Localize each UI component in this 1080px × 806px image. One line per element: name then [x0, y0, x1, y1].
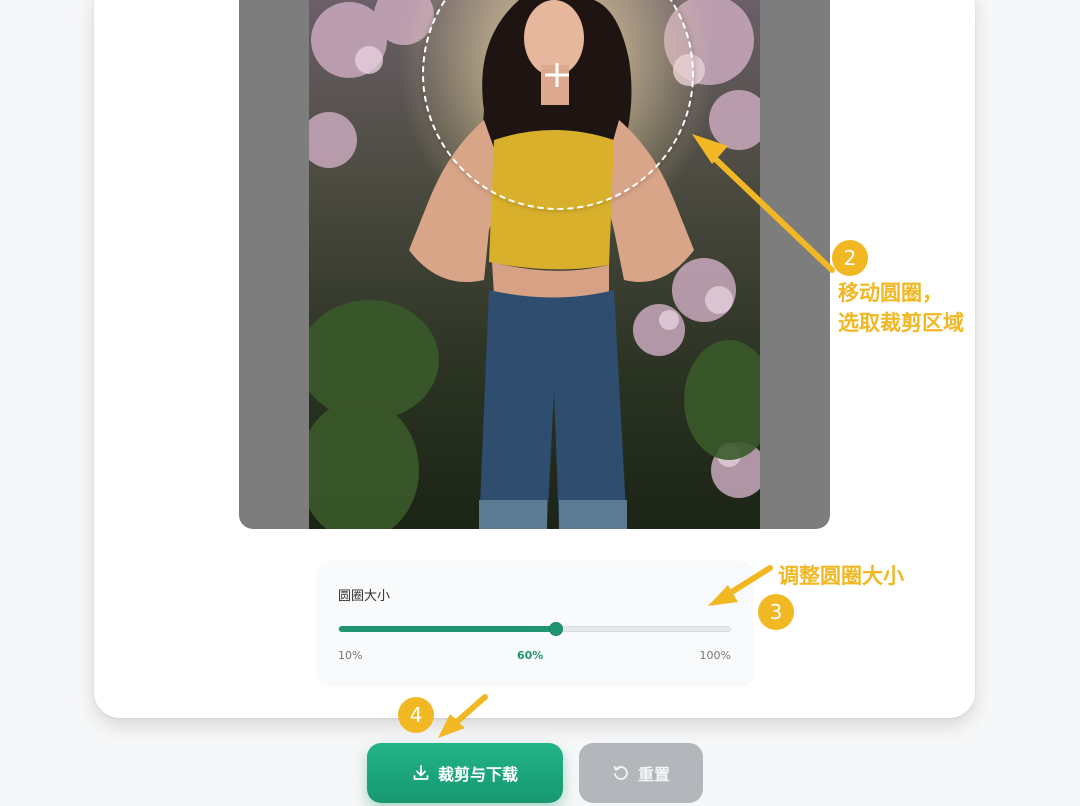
page: 圆圈大小 10% 60% 100% 裁剪与下载 重置 2 移动圆圈， 选取裁剪区… [0, 0, 1080, 806]
step-3-text: 调整圆圈大小 [778, 564, 904, 588]
step-3-badge: 3 [758, 594, 794, 630]
step-2-badge: 2 [832, 240, 868, 276]
annotation-arrows [438, 134, 835, 738]
step-4-badge: 4 [398, 697, 434, 733]
step-2-text-line2: 选取裁剪区域 [838, 311, 964, 335]
step-2-text-line1: 移动圆圈， [838, 281, 943, 305]
